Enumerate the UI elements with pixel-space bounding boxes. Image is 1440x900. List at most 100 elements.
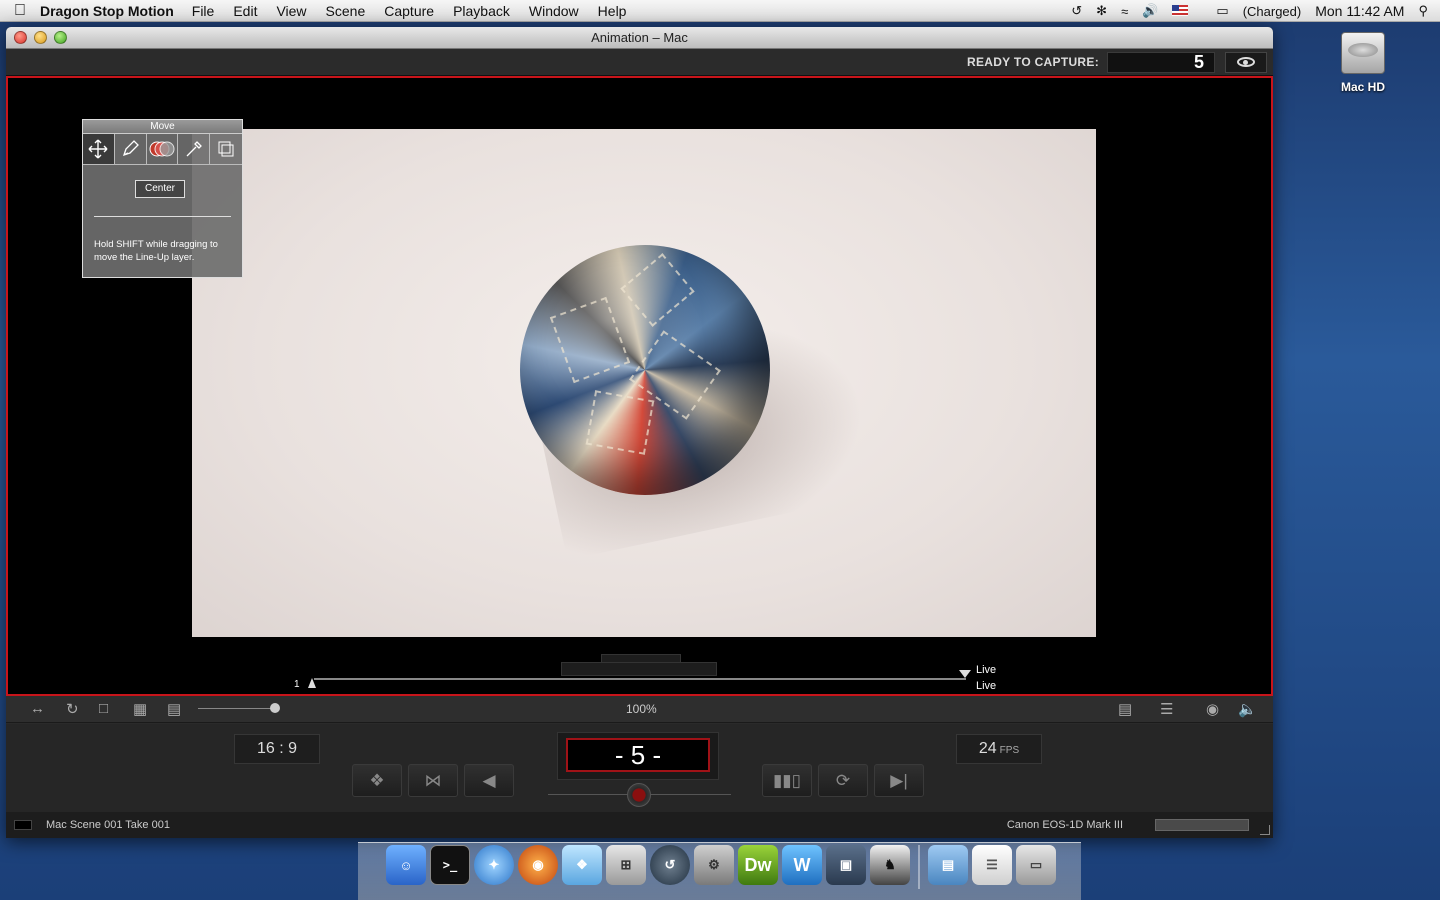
menu-view[interactable]: View <box>276 3 306 19</box>
menu-clock[interactable]: Mon 11:42 AM <box>1315 3 1404 19</box>
system-preferences-icon[interactable]: ⚙ <box>694 845 734 885</box>
safari-icon[interactable]: ✦ <box>474 845 514 885</box>
menu-capture[interactable]: Capture <box>384 3 434 19</box>
move-tool-icon[interactable] <box>83 134 115 164</box>
letterbox-icon[interactable]: ▤ <box>167 700 181 718</box>
zoom-level[interactable]: 100% <box>626 702 657 716</box>
dragon-app-icon[interactable]: ♞ <box>870 845 910 885</box>
apple-menu-icon[interactable]:  <box>0 2 40 20</box>
word-icon[interactable]: W <box>782 845 822 885</box>
dreamweaver-icon[interactable]: Dw <box>738 845 778 885</box>
applications-folder-icon[interactable]: ▤ <box>928 845 968 885</box>
terminal-icon[interactable]: >_ <box>430 845 470 885</box>
app-menu[interactable]: Dragon Stop Motion <box>40 3 174 19</box>
menu-playback[interactable]: Playback <box>453 3 510 19</box>
scene-take-info: Mac Scene 001 Take 001 <box>46 819 170 831</box>
firefox-icon[interactable]: ◉ <box>518 845 558 885</box>
cut-back-button[interactable]: ⋈ <box>408 764 458 797</box>
preview-icon[interactable]: ▣ <box>826 845 866 885</box>
layers-copy-icon[interactable] <box>210 134 242 164</box>
xsheet-icon[interactable]: ☰ <box>1160 700 1173 718</box>
dock-icons: ☺ >_ ✦ ◉ ❖ ⊞ ↺ ⚙ Dw W ▣ ♞ ▤ ☰ ▭ <box>386 845 1056 889</box>
flip-horizontal-icon[interactable]: ↔ <box>30 700 45 718</box>
desktop-hd-icon[interactable]: Mac HD <box>1333 32 1393 94</box>
ready-to-capture-label: READY TO CAPTURE: <box>966 55 1099 69</box>
go-to-live-button[interactable]: ▶| <box>874 764 924 797</box>
center-button[interactable]: Center <box>135 180 185 198</box>
lineup-hint-text: Hold SHIFT while dragging to move the Li… <box>94 239 218 263</box>
timeline-in-marker[interactable] <box>308 678 316 688</box>
live-label-bottom: Live <box>976 680 997 692</box>
frame-counter-panel: - 5 - <box>557 732 719 780</box>
toggle-compare-button[interactable]: ▮▮▯ <box>762 764 812 797</box>
capture-controls: 16 : 9 ❖ ⋈ ◀ - 5 - ▮▮▯ ⟳ ▶| 24 FPS <box>6 724 1273 812</box>
close-window-button[interactable] <box>14 31 27 44</box>
fish-app-icon[interactable]: ❖ <box>562 845 602 885</box>
fps-unit: FPS <box>999 745 1020 756</box>
capture-status-bar: READY TO CAPTURE: 5 <box>6 49 1273 76</box>
calculator-icon[interactable]: ⊞ <box>606 845 646 885</box>
input-flag-icon[interactable] <box>1172 4 1202 19</box>
documents-stack-icon[interactable]: ☰ <box>972 845 1012 885</box>
battery-status[interactable]: (Charged) <box>1243 4 1302 19</box>
capture-button[interactable] <box>627 783 651 807</box>
timeline-handle[interactable] <box>561 662 717 676</box>
fps-selector[interactable]: 24 FPS <box>956 734 1042 764</box>
resize-grip-icon[interactable] <box>1260 825 1270 835</box>
zoom-window-button[interactable] <box>54 31 67 44</box>
grid-icon[interactable]: ▦ <box>133 700 147 718</box>
chat-bubble-icon[interactable]: ◉ <box>1206 700 1219 718</box>
eyedropper-tool-icon[interactable] <box>178 134 211 164</box>
battery-icon[interactable]: ▭ <box>1216 3 1228 19</box>
volume-icon[interactable]: 🔊 <box>1142 3 1158 19</box>
view-toolbar: ↔ ↻ □ ▦ ▤ 100% ▤ ☰ ◉ 🔈 <box>6 696 1273 723</box>
time-machine-icon[interactable]: ↺ <box>1071 3 1082 19</box>
finder-icon[interactable]: ☺ <box>386 845 426 885</box>
live-playhead-marker[interactable] <box>959 670 971 678</box>
aspect-ratio-selector[interactable]: 16 : 9 <box>234 734 320 764</box>
app-window: Animation – Mac READY TO CAPTURE: 5 Move <box>6 27 1273 838</box>
fps-value: 24 <box>978 740 997 757</box>
menu-bar:  Dragon Stop Motion File Edit View Scen… <box>0 0 1440 22</box>
timeline-start-frame: 1 <box>294 679 300 690</box>
camera-level-meter <box>1155 819 1249 831</box>
bluetooth-icon[interactable]: ✻ <box>1096 3 1107 19</box>
onion-layers-icon[interactable] <box>147 134 179 164</box>
lineup-panel-title[interactable]: Move <box>83 120 242 134</box>
menu-file[interactable]: File <box>192 3 215 19</box>
minimize-window-button[interactable] <box>34 31 47 44</box>
live-view-image <box>192 129 1096 637</box>
scene-color-swatch[interactable] <box>14 820 32 830</box>
opacity-slider[interactable] <box>198 708 278 709</box>
move-frame-button[interactable]: ❖ <box>352 764 402 797</box>
pencil-tool-icon[interactable] <box>115 134 147 164</box>
menu-scene[interactable]: Scene <box>326 3 366 19</box>
timeline-track[interactable] <box>314 678 966 680</box>
window-titlebar[interactable]: Animation – Mac <box>6 27 1273 49</box>
menu-help[interactable]: Help <box>598 3 627 19</box>
loop-button[interactable]: ⟳ <box>818 764 868 797</box>
current-frame-display: - 5 - <box>566 738 710 772</box>
trash-icon[interactable]: ▭ <box>1016 845 1056 885</box>
menu-window[interactable]: Window <box>529 3 579 19</box>
rotate-icon[interactable]: ↻ <box>66 700 79 718</box>
capture-stage[interactable]: Move Center Hold SHIFT while dragging to… <box>6 76 1273 696</box>
lineup-tool-panel: Move Center Hold SHIFT while dragging to… <box>82 119 243 278</box>
time-machine-dock-icon[interactable]: ↺ <box>650 845 690 885</box>
waveform-icon[interactable]: ▤ <box>1118 700 1132 718</box>
menu-edit[interactable]: Edit <box>233 3 257 19</box>
wifi-icon[interactable]: ≈ <box>1121 4 1128 19</box>
safe-area-icon[interactable]: □ <box>99 700 108 718</box>
window-footer: Mac Scene 001 Take 001 Canon EOS-1D Mark… <box>6 812 1273 838</box>
step-back-button[interactable]: ◀ <box>464 764 514 797</box>
opacity-slider-knob[interactable] <box>270 703 280 713</box>
live-label-top: Live <box>976 664 997 676</box>
stamp-ball <box>520 245 770 495</box>
ready-frame-count: 5 <box>1107 51 1215 73</box>
live-view-toggle-button[interactable] <box>1225 51 1267 73</box>
spotlight-icon[interactable]: ⚲ <box>1418 3 1428 19</box>
speaker-icon[interactable]: 🔈 <box>1238 700 1257 718</box>
camera-name: Canon EOS-1D Mark III <box>1006 819 1123 831</box>
window-title: Animation – Mac <box>591 30 688 45</box>
hard-disk-icon <box>1341 32 1385 74</box>
